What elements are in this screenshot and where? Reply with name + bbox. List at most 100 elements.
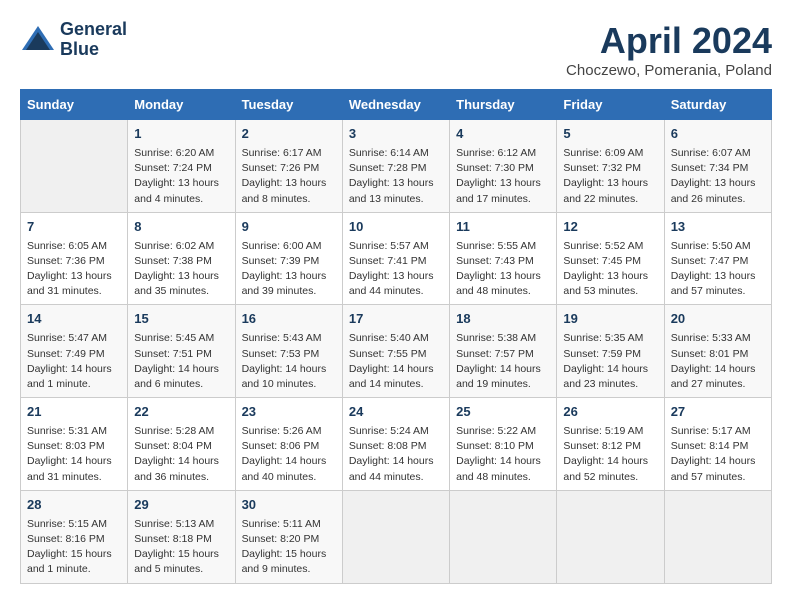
calendar-cell: 5 Sunrise: 6:09 AMSunset: 7:32 PMDaylight… <box>557 120 664 213</box>
day-number: 5 <box>563 125 657 144</box>
day-number: 14 <box>27 310 121 329</box>
logo-text: General Blue <box>60 20 127 60</box>
day-info: Sunrise: 6:00 AMSunset: 7:39 PMDaylight:… <box>242 239 336 300</box>
calendar-cell: 20Sunrise: 5:33 AMSunset: 8:01 PMDayligh… <box>664 305 771 398</box>
calendar-cell <box>557 490 664 583</box>
day-info: Sunrise: 6:05 AMSunset: 7:36 PMDaylight:… <box>27 239 121 300</box>
header-day-wednesday: Wednesday <box>342 90 449 120</box>
day-number: 8 <box>134 218 228 237</box>
day-info: Sunrise: 5:13 AMSunset: 8:18 PMDaylight:… <box>134 517 228 578</box>
calendar-cell: 30 Sunrise: 5:11 AMSunset: 8:20 PMDayligh… <box>235 490 342 583</box>
day-number: 16 <box>242 310 336 329</box>
day-number: 23 <box>242 403 336 422</box>
page-header: General Blue April 2024 Choczewo, Pomera… <box>20 20 772 79</box>
day-number: 18 <box>456 310 550 329</box>
calendar-cell: 22 Sunrise: 5:28 AMSunset: 8:04 PMDayligh… <box>128 398 235 491</box>
header-day-monday: Monday <box>128 90 235 120</box>
day-number: 27 <box>671 403 765 422</box>
calendar-cell: 27 Sunrise: 5:17 AMSunset: 8:14 PMDayligh… <box>664 398 771 491</box>
day-info: Sunrise: 5:47 AMSunset: 7:49 PMDaylight:… <box>27 331 121 392</box>
calendar-cell: 24Sunrise: 5:24 AMSunset: 8:08 PMDayligh… <box>342 398 449 491</box>
day-number: 30 <box>242 496 336 515</box>
calendar-cell <box>664 490 771 583</box>
calendar-table: SundayMondayTuesdayWednesdayThursdayFrid… <box>20 89 772 584</box>
day-info: Sunrise: 5:11 AMSunset: 8:20 PMDaylight:… <box>242 517 336 578</box>
day-info: Sunrise: 5:19 AMSunset: 8:12 PMDaylight:… <box>563 424 657 485</box>
calendar-cell: 16Sunrise: 5:43 AMSunset: 7:53 PMDayligh… <box>235 305 342 398</box>
day-info: Sunrise: 6:17 AMSunset: 7:26 PMDaylight:… <box>242 146 336 207</box>
header-day-friday: Friday <box>557 90 664 120</box>
logo-line1: General <box>60 20 127 40</box>
title-block: April 2024 Choczewo, Pomerania, Poland <box>566 20 772 79</box>
day-number: 12 <box>563 218 657 237</box>
day-info: Sunrise: 5:40 AMSunset: 7:55 PMDaylight:… <box>349 331 443 392</box>
calendar-cell: 11Sunrise: 5:55 AMSunset: 7:43 PMDayligh… <box>450 212 557 305</box>
day-number: 21 <box>27 403 121 422</box>
logo: General Blue <box>20 20 127 60</box>
day-info: Sunrise: 5:38 AMSunset: 7:57 PMDaylight:… <box>456 331 550 392</box>
day-info: Sunrise: 6:02 AMSunset: 7:38 PMDaylight:… <box>134 239 228 300</box>
day-number: 24 <box>349 403 443 422</box>
day-info: Sunrise: 6:07 AMSunset: 7:34 PMDaylight:… <box>671 146 765 207</box>
day-number: 13 <box>671 218 765 237</box>
calendar-cell: 2 Sunrise: 6:17 AMSunset: 7:26 PMDaylight… <box>235 120 342 213</box>
month-title: April 2024 <box>566 20 772 62</box>
calendar-week-row: 7 Sunrise: 6:05 AMSunset: 7:36 PMDaylight… <box>21 212 772 305</box>
day-number: 2 <box>242 125 336 144</box>
day-number: 1 <box>134 125 228 144</box>
day-number: 17 <box>349 310 443 329</box>
calendar-cell: 28 Sunrise: 5:15 AMSunset: 8:16 PMDayligh… <box>21 490 128 583</box>
calendar-header-row: SundayMondayTuesdayWednesdayThursdayFrid… <box>21 90 772 120</box>
calendar-cell: 9 Sunrise: 6:00 AMSunset: 7:39 PMDaylight… <box>235 212 342 305</box>
day-number: 9 <box>242 218 336 237</box>
day-number: 15 <box>134 310 228 329</box>
day-info: Sunrise: 5:31 AMSunset: 8:03 PMDaylight:… <box>27 424 121 485</box>
calendar-cell: 4 Sunrise: 6:12 AMSunset: 7:30 PMDaylight… <box>450 120 557 213</box>
day-number: 19 <box>563 310 657 329</box>
logo-line2: Blue <box>60 40 127 60</box>
day-info: Sunrise: 5:17 AMSunset: 8:14 PMDaylight:… <box>671 424 765 485</box>
day-number: 6 <box>671 125 765 144</box>
calendar-cell <box>342 490 449 583</box>
calendar-cell: 14 Sunrise: 5:47 AMSunset: 7:49 PMDayligh… <box>21 305 128 398</box>
calendar-cell: 15Sunrise: 5:45 AMSunset: 7:51 PMDayligh… <box>128 305 235 398</box>
calendar-cell: 26 Sunrise: 5:19 AMSunset: 8:12 PMDayligh… <box>557 398 664 491</box>
day-info: Sunrise: 5:57 AMSunset: 7:41 PMDaylight:… <box>349 239 443 300</box>
logo-icon <box>20 22 56 58</box>
day-number: 29 <box>134 496 228 515</box>
day-number: 26 <box>563 403 657 422</box>
day-number: 7 <box>27 218 121 237</box>
calendar-cell: 19 Sunrise: 5:35 AMSunset: 7:59 PMDayligh… <box>557 305 664 398</box>
location: Choczewo, Pomerania, Poland <box>566 62 772 79</box>
calendar-cell: 23 Sunrise: 5:26 AMSunset: 8:06 PMDayligh… <box>235 398 342 491</box>
calendar-cell: 8 Sunrise: 6:02 AMSunset: 7:38 PMDaylight… <box>128 212 235 305</box>
header-day-saturday: Saturday <box>664 90 771 120</box>
day-number: 22 <box>134 403 228 422</box>
header-day-tuesday: Tuesday <box>235 90 342 120</box>
day-info: Sunrise: 5:15 AMSunset: 8:16 PMDaylight:… <box>27 517 121 578</box>
calendar-cell: 3Sunrise: 6:14 AMSunset: 7:28 PMDaylight… <box>342 120 449 213</box>
header-day-sunday: Sunday <box>21 90 128 120</box>
calendar-cell: 25Sunrise: 5:22 AMSunset: 8:10 PMDayligh… <box>450 398 557 491</box>
day-info: Sunrise: 5:28 AMSunset: 8:04 PMDaylight:… <box>134 424 228 485</box>
day-number: 11 <box>456 218 550 237</box>
calendar-week-row: 1Sunrise: 6:20 AMSunset: 7:24 PMDaylight… <box>21 120 772 213</box>
day-info: Sunrise: 5:26 AMSunset: 8:06 PMDaylight:… <box>242 424 336 485</box>
calendar-cell: 21 Sunrise: 5:31 AMSunset: 8:03 PMDayligh… <box>21 398 128 491</box>
calendar-week-row: 28 Sunrise: 5:15 AMSunset: 8:16 PMDayligh… <box>21 490 772 583</box>
day-info: Sunrise: 5:33 AMSunset: 8:01 PMDaylight:… <box>671 331 765 392</box>
day-number: 3 <box>349 125 443 144</box>
day-number: 28 <box>27 496 121 515</box>
header-day-thursday: Thursday <box>450 90 557 120</box>
day-number: 25 <box>456 403 550 422</box>
day-number: 4 <box>456 125 550 144</box>
calendar-cell: 7 Sunrise: 6:05 AMSunset: 7:36 PMDaylight… <box>21 212 128 305</box>
calendar-week-row: 21 Sunrise: 5:31 AMSunset: 8:03 PMDayligh… <box>21 398 772 491</box>
calendar-cell: 18 Sunrise: 5:38 AMSunset: 7:57 PMDayligh… <box>450 305 557 398</box>
day-info: Sunrise: 6:12 AMSunset: 7:30 PMDaylight:… <box>456 146 550 207</box>
calendar-cell: 1Sunrise: 6:20 AMSunset: 7:24 PMDaylight… <box>128 120 235 213</box>
calendar-cell <box>21 120 128 213</box>
day-info: Sunrise: 6:09 AMSunset: 7:32 PMDaylight:… <box>563 146 657 207</box>
day-info: Sunrise: 5:35 AMSunset: 7:59 PMDaylight:… <box>563 331 657 392</box>
calendar-cell: 10Sunrise: 5:57 AMSunset: 7:41 PMDayligh… <box>342 212 449 305</box>
